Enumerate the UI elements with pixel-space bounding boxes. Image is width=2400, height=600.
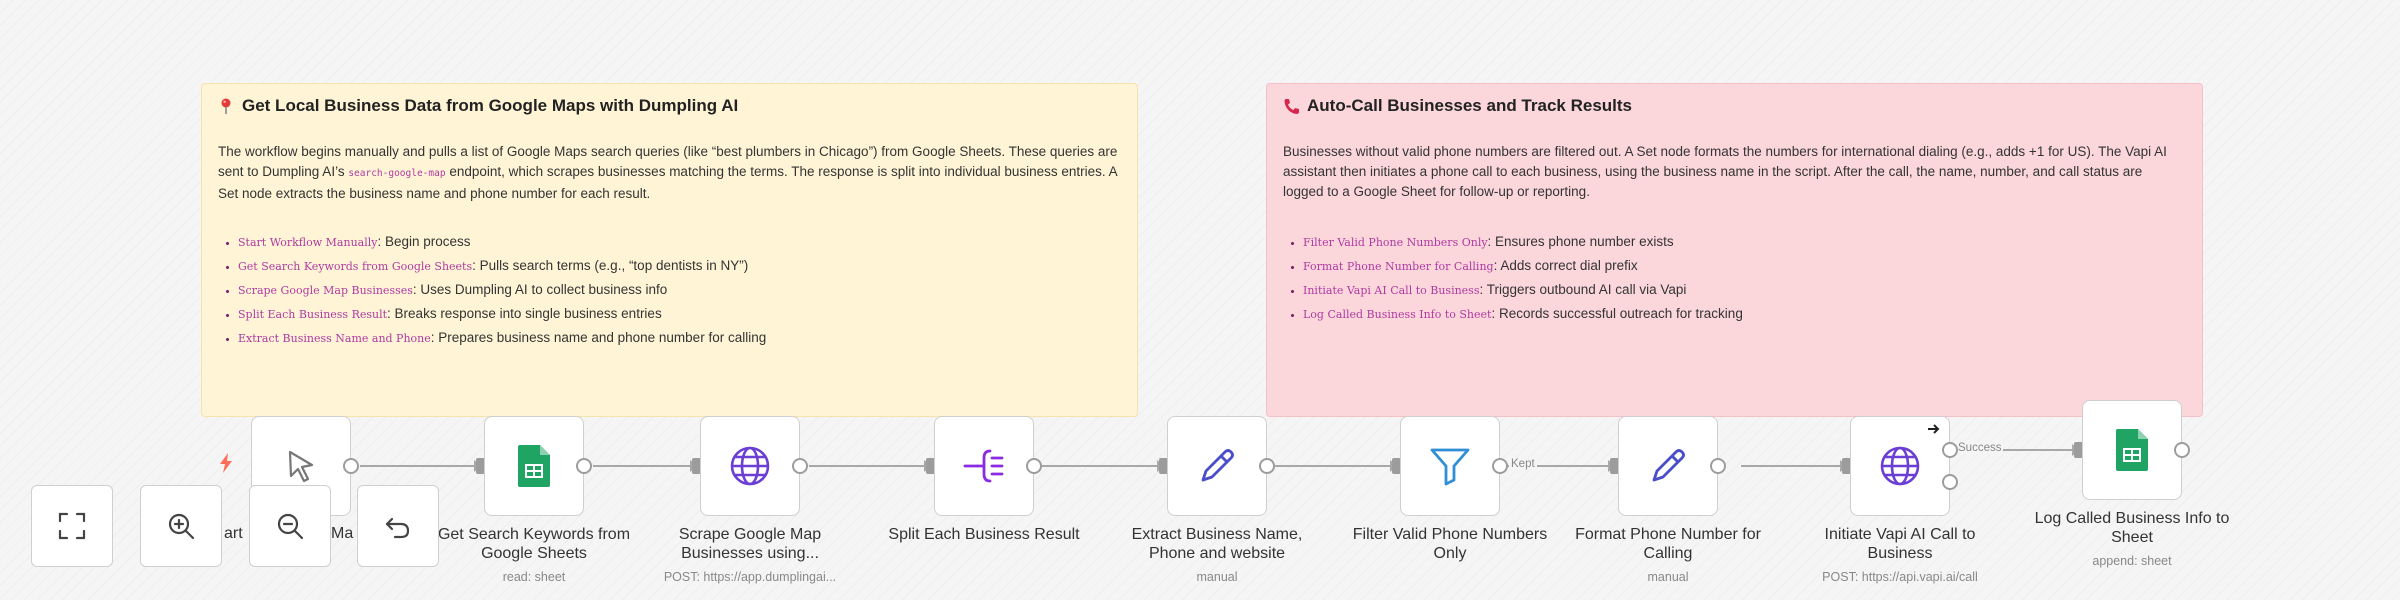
split-icon [963, 449, 1004, 483]
cursor-icon [288, 450, 314, 483]
list-item: Filter Valid Phone Numbers Only: Ensures… [1303, 230, 1743, 254]
node-subtitle: POST: https://app.dumplingai... [663, 570, 837, 584]
google-sheets-icon [2116, 429, 2148, 471]
node-label: Scrape Google Map Businesses using... [678, 526, 822, 562]
list-item: Log Called Business Info to Sheet: Recor… [1303, 302, 1743, 326]
globe-icon [1880, 446, 1920, 486]
node-label: Filter Valid Phone Numbers Only [1352, 526, 1548, 562]
node-label: Format Phone Number for Calling [1575, 526, 1761, 562]
pencil-icon [1652, 449, 1685, 482]
sticky-paragraph: The workflow begins manually and pulls a… [218, 142, 1118, 204]
sticky-title: Auto-Call Businesses and Track Results [1283, 96, 1632, 116]
zoom-out-button[interactable] [249, 485, 331, 567]
output-handle[interactable] [1710, 458, 1726, 474]
node-format-phone-number[interactable] [1618, 416, 1718, 516]
pencil-icon [1201, 449, 1234, 482]
node-subtitle: append: sheet [2092, 554, 2172, 568]
list-item: Initiate Vapi AI Call to Business: Trigg… [1303, 278, 1743, 302]
step-text: : Uses Dumpling AI to collect business i… [412, 282, 668, 297]
sticky-note-dumpling[interactable]: Get Local Business Data from Google Maps… [201, 83, 1138, 417]
step-code: Scrape Google Map Businesses [238, 284, 413, 297]
step-text: : Prepares business name and phone numbe… [430, 330, 767, 345]
node-scrape-google-map[interactable] [700, 416, 800, 516]
node-label: Log Called Business Info to Sheet [2034, 510, 2230, 546]
node-split-each-business[interactable] [934, 416, 1034, 516]
sticky-title-text: Get Local Business Data from Google Maps… [242, 96, 739, 115]
google-sheets-icon [518, 445, 550, 487]
pin-icon [221, 98, 231, 114]
step-code: Initiate Vapi AI Call to Business [1303, 284, 1480, 297]
step-text: : Breaks response into single business e… [387, 306, 662, 321]
node-start-label-fragment: Ma [331, 525, 354, 542]
output-handle[interactable] [1259, 458, 1275, 474]
zoom-in-icon [168, 513, 195, 540]
output-handle-error[interactable] [1942, 474, 1958, 490]
node-label: Split Each Business Result [888, 526, 1080, 543]
edge-label-success: Success [1956, 442, 2004, 454]
step-code: Split Each Business Result [238, 308, 388, 321]
phone-icon [1284, 99, 1299, 114]
step-list: Filter Valid Phone Numbers Only: Ensures… [1283, 230, 1743, 326]
globe-icon [730, 446, 770, 486]
node-get-search-keywords[interactable] [484, 416, 584, 516]
list-item: Split Each Business Result: Breaks respo… [238, 302, 766, 326]
zoom-out-icon [277, 513, 304, 540]
reset-zoom-button[interactable] [357, 485, 439, 567]
node-extract-business-name[interactable] [1167, 416, 1267, 516]
undo-icon [385, 517, 410, 539]
sticky-title: Get Local Business Data from Google Maps… [218, 96, 738, 116]
sticky-note-autocall[interactable]: Auto-Call Businesses and Track Results B… [1266, 83, 2203, 417]
list-item: Get Search Keywords from Google Sheets: … [238, 254, 766, 278]
node-initiate-vapi-call[interactable] [1850, 416, 1950, 516]
node-subtitle: read: sheet [502, 570, 566, 584]
step-code: Extract Business Name and Phone [238, 332, 431, 345]
step-text: : Pulls search terms (e.g., “top dentist… [472, 258, 749, 273]
step-code: Get Search Keywords from Google Sheets [238, 260, 473, 273]
step-text: : Adds correct dial prefix [1493, 258, 1638, 273]
sticky-paragraph: Businesses without valid phone numbers a… [1283, 144, 2167, 199]
filter-icon [1430, 448, 1470, 486]
output-handle[interactable] [1026, 458, 1042, 474]
arrow-right-icon [1928, 424, 1940, 434]
node-log-called-business[interactable] [2082, 400, 2182, 500]
output-handle-success[interactable] [1942, 442, 1958, 458]
fit-view-button[interactable] [31, 485, 113, 567]
node-subtitle: manual [1647, 570, 1689, 584]
fullscreen-icon [58, 512, 86, 540]
node-label: Initiate Vapi AI Call to Business [1824, 526, 1976, 562]
list-item: Extract Business Name and Phone: Prepare… [238, 326, 766, 350]
node-label: Extract Business Name, Phone and website [1131, 526, 1303, 562]
node-start-label-fragment: art [224, 525, 243, 542]
inline-code: search-google-map [348, 168, 446, 179]
step-code: Log Called Business Info to Sheet [1303, 308, 1492, 321]
step-list: Start Workflow Manually: Begin process G… [218, 230, 766, 350]
list-item: Scrape Google Map Businesses: Uses Dumpl… [238, 278, 766, 302]
step-code: Format Phone Number for Calling [1303, 260, 1494, 273]
node-subtitle: manual [1196, 570, 1238, 584]
list-item: Start Workflow Manually: Begin process [238, 230, 766, 254]
output-handle[interactable] [576, 458, 592, 474]
step-text: : Records successful outreach for tracki… [1491, 306, 1743, 321]
zoom-in-button[interactable] [140, 485, 222, 567]
output-handle[interactable] [343, 458, 359, 474]
output-handle-kept[interactable] [1492, 458, 1508, 474]
output-handle[interactable] [2174, 442, 2190, 458]
node-filter-valid-phone[interactable] [1400, 416, 1500, 516]
step-text: : Ensures phone number exists [1487, 234, 1674, 249]
step-text: : Triggers outbound AI call via Vapi [1479, 282, 1687, 297]
step-code: Start Workflow Manually [238, 236, 378, 249]
sticky-title-text: Auto-Call Businesses and Track Results [1307, 96, 1632, 115]
edge-label-kept: Kept [1509, 458, 1537, 470]
step-code: Filter Valid Phone Numbers Only [1303, 236, 1488, 249]
list-item: Format Phone Number for Calling: Adds co… [1303, 254, 1743, 278]
node-subtitle: POST: https://api.vapi.ai/call [1822, 570, 1978, 584]
step-text: : Begin process [377, 234, 471, 249]
output-handle[interactable] [792, 458, 808, 474]
node-label: Get Search Keywords from Google Sheets [437, 526, 631, 562]
trigger-bolt-icon [220, 453, 232, 473]
